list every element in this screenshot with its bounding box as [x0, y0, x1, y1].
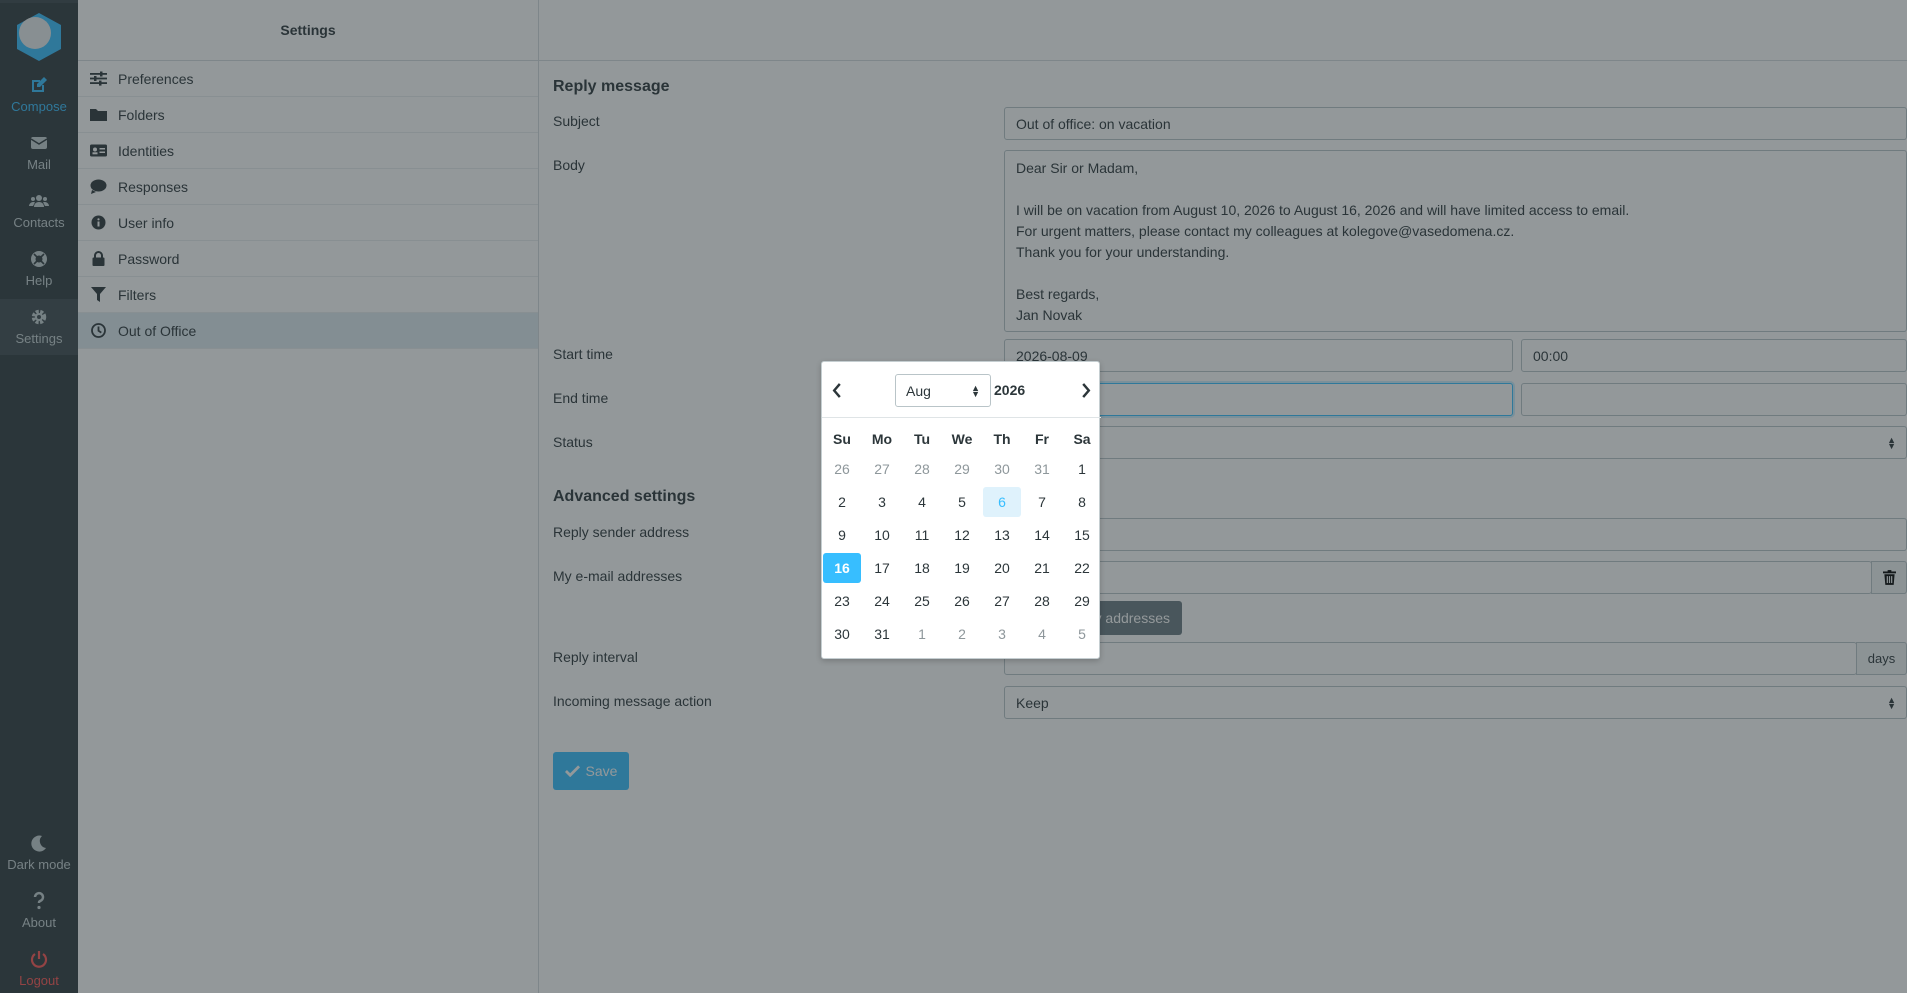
calendar-day[interactable]: 10: [863, 520, 901, 550]
datepicker: Aug ▲ ▼ 2026 Su Mo Tu We Th Fr Sa 26 27 28 29 30 31 1 2…: [821, 361, 1101, 659]
calendar-day[interactable]: 20: [983, 553, 1021, 583]
calendar-day[interactable]: 17: [863, 553, 901, 583]
calendar-day[interactable]: 31: [863, 619, 901, 649]
calendar-day[interactable]: 3: [863, 487, 901, 517]
chevron-left-icon: [832, 382, 841, 398]
calendar-day[interactable]: 26: [823, 454, 861, 484]
calendar-day[interactable]: 18: [903, 553, 941, 583]
weekday-header: Su: [833, 431, 851, 447]
calendar-day[interactable]: 2: [823, 487, 861, 517]
calendar-day[interactable]: 9: [823, 520, 861, 550]
chevron-right-icon: [1082, 382, 1091, 398]
calendar-day[interactable]: 1: [903, 619, 941, 649]
calendar-day[interactable]: 11: [903, 520, 941, 550]
calendar-day[interactable]: 4: [903, 487, 941, 517]
calendar-day[interactable]: 23: [823, 586, 861, 616]
calendar-day[interactable]: 8: [1063, 487, 1101, 517]
calendar-day[interactable]: 27: [863, 454, 901, 484]
calendar-day[interactable]: 12: [943, 520, 981, 550]
calendar-day-today[interactable]: 6: [983, 487, 1021, 517]
calendar-day[interactable]: 21: [1023, 553, 1061, 583]
calendar-day[interactable]: 26: [943, 586, 981, 616]
weekday-header: Fr: [1035, 431, 1049, 447]
select-arrows-icon: ▲▼: [971, 382, 980, 399]
calendar-day[interactable]: 14: [1023, 520, 1061, 550]
calendar-day-selected[interactable]: 16: [823, 553, 861, 583]
calendar-day[interactable]: 30: [823, 619, 861, 649]
calendar-day[interactable]: 24: [863, 586, 901, 616]
calendar-day[interactable]: 3: [983, 619, 1021, 649]
weekday-header: We: [951, 431, 973, 447]
calendar-day[interactable]: 2: [943, 619, 981, 649]
calendar-day[interactable]: 4: [1023, 619, 1061, 649]
calendar-day[interactable]: 15: [1063, 520, 1101, 550]
weekday-header: Sa: [1073, 431, 1091, 447]
calendar-day[interactable]: 27: [983, 586, 1021, 616]
calendar-day[interactable]: 5: [1063, 619, 1101, 649]
weekday-header: Mo: [871, 431, 893, 447]
calendar-day[interactable]: 19: [943, 553, 981, 583]
calendar-day[interactable]: 7: [1023, 487, 1061, 517]
calendar-day[interactable]: 13: [983, 520, 1021, 550]
weekday-header: Th: [993, 431, 1011, 447]
calendar-day[interactable]: 5: [943, 487, 981, 517]
calendar-day[interactable]: 29: [943, 454, 981, 484]
calendar-day[interactable]: 22: [1063, 553, 1101, 583]
calendar-day[interactable]: 31: [1023, 454, 1061, 484]
month-value: Aug: [906, 382, 931, 399]
calendar-day[interactable]: 1: [1063, 454, 1101, 484]
next-month-button[interactable]: [1075, 378, 1097, 402]
prev-month-button[interactable]: [826, 378, 848, 402]
year-label: 2026: [994, 382, 1026, 398]
datepicker-header: Aug ▲ ▼ 2026: [822, 362, 1101, 418]
month-select[interactable]: Aug ▲ ▼: [895, 374, 991, 407]
calendar-day[interactable]: 29: [1063, 586, 1101, 616]
calendar-day[interactable]: 28: [903, 454, 941, 484]
weekday-header: Tu: [913, 431, 931, 447]
calendar-day[interactable]: 28: [1023, 586, 1061, 616]
calendar-day[interactable]: 25: [903, 586, 941, 616]
calendar-day[interactable]: 30: [983, 454, 1021, 484]
